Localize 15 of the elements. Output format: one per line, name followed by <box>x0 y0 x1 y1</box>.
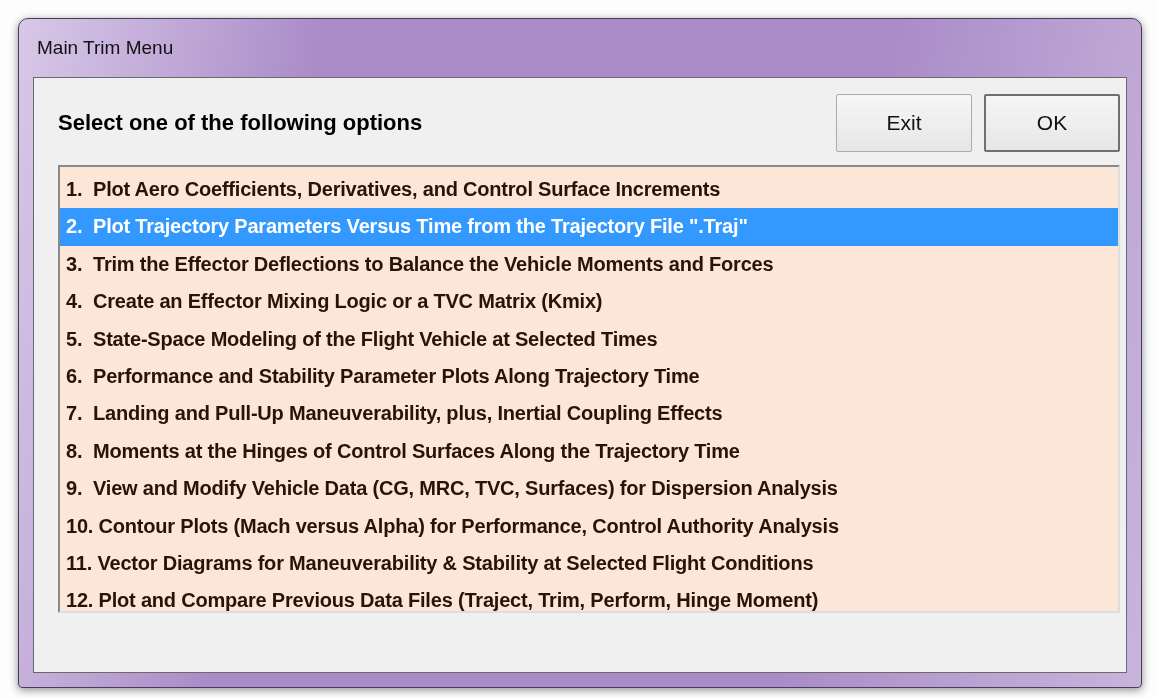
list-item[interactable]: 7. Landing and Pull-Up Maneuverability, plus, Inertial Coupling Effects <box>60 395 1118 433</box>
list-item[interactable]: 3. Trim the Effector Deflections to Balance the Vehicle Moments and Forces <box>60 245 1118 284</box>
prompt-label: Select one of the following options <box>58 110 423 136</box>
ok-button[interactable]: OK <box>984 94 1120 152</box>
list-item[interactable]: 6. Performance and Stability Parameter Plots Along Trajectory Time <box>60 357 1118 396</box>
list-item[interactable]: 1. Plot Aero Coefficients, Derivatives, and Control Surface Increments <box>60 171 1118 209</box>
list-item[interactable]: 8. Moments at the Hinges of Control Surfaces Along the Trajectory Time <box>60 432 1118 471</box>
list-item[interactable]: 11. Vector Diagrams for Maneuverability & Stability at Selected Flight Conditions <box>60 544 1118 583</box>
list-item[interactable]: 9. View and Modify Vehicle Data (CG, MRC, TVC, Surfaces) for Dispersion Analysis <box>60 470 1118 508</box>
list-item[interactable]: 12. Plot and Compare Previous Data Files (Traject, Trim, Perform, Hinge Moment) <box>60 582 1118 620</box>
list-item[interactable]: 5. State-Space Modeling of the Flight Vehicle at Selected Times <box>60 320 1118 358</box>
list-item[interactable]: 10. Contour Plots (Mach versus Alpha) for Performance, Control Authority Analysis <box>60 507 1118 545</box>
exit-button[interactable]: Exit <box>836 94 972 152</box>
window-title: Main Trim Menu <box>36 37 174 59</box>
list-item[interactable]: 4. Create an Effector Mixing Logic or a TVC Matrix (Kmix) <box>60 283 1118 321</box>
